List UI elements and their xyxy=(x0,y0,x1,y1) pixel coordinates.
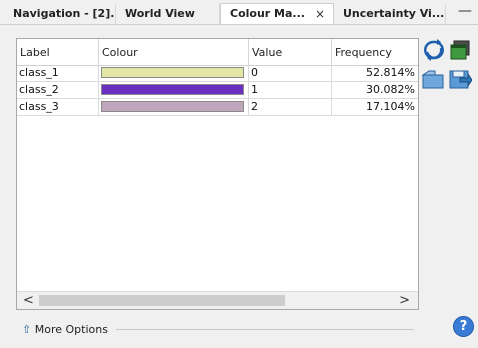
more-options-label: More Options xyxy=(34,323,108,336)
copy-window-icon[interactable] xyxy=(449,39,471,61)
colour-map-table: Label Colour Value Frequency class_1 0 5… xyxy=(16,38,419,310)
tab-world-view-label: World View xyxy=(125,7,195,20)
column-header-colour[interactable]: Colour xyxy=(99,39,249,65)
row-frequency: 17.104% xyxy=(366,100,415,113)
scroll-right-arrow[interactable]: > xyxy=(399,293,410,308)
close-icon[interactable]: × xyxy=(315,7,325,21)
open-folder-icon[interactable] xyxy=(421,68,444,90)
row-value: 2 xyxy=(249,99,332,115)
tab-bar: Navigation - [2]... World View Colour Ma… xyxy=(0,0,478,25)
tab-world-view[interactable]: World View xyxy=(116,4,220,24)
row-frequency: 52.814% xyxy=(366,66,415,79)
divider xyxy=(116,329,414,330)
tab-navigation-label: Navigation - [2]... xyxy=(13,7,116,20)
row-label: class_3 xyxy=(17,99,99,115)
colour-swatch[interactable] xyxy=(101,84,244,95)
column-header-value[interactable]: Value xyxy=(249,39,332,65)
tab-colour-map-label: Colour Ma... xyxy=(230,7,305,20)
help-button[interactable]: ? xyxy=(453,316,474,337)
table-row[interactable]: class_3 2 17.104% xyxy=(17,99,418,116)
column-header-label[interactable]: Label xyxy=(17,39,99,65)
table-row[interactable]: class_1 0 52.814% xyxy=(17,65,418,82)
row-colour-cell[interactable] xyxy=(99,99,249,115)
tab-uncertainty-view[interactable]: Uncertainty Vi... xyxy=(334,4,446,24)
row-value: 0 xyxy=(249,65,332,81)
row-label: class_2 xyxy=(17,82,99,98)
save-icon[interactable] xyxy=(448,68,473,90)
table-row[interactable]: class_2 1 30.082% xyxy=(17,82,418,99)
column-header-frequency[interactable]: Frequency xyxy=(332,39,418,65)
row-frequency: 30.082% xyxy=(366,83,415,96)
row-label: class_1 xyxy=(17,65,99,81)
row-value: 1 xyxy=(249,82,332,98)
colour-swatch[interactable] xyxy=(101,101,244,112)
minimize-button[interactable]: — xyxy=(458,3,472,19)
scrollbar-thumb[interactable] xyxy=(39,295,285,306)
table-header: Label Colour Value Frequency xyxy=(17,39,418,66)
tab-uncertainty-view-label: Uncertainty Vi... xyxy=(343,7,445,20)
row-colour-cell[interactable] xyxy=(99,82,249,98)
more-options-toggle[interactable]: ⇧ More Options xyxy=(22,323,108,336)
refresh-icon[interactable] xyxy=(423,39,445,61)
double-chevron-up-icon: ⇧ xyxy=(22,323,32,336)
horizontal-scrollbar[interactable]: < > xyxy=(17,291,418,309)
colour-swatch[interactable] xyxy=(101,67,244,78)
row-colour-cell[interactable] xyxy=(99,65,249,81)
scroll-left-arrow[interactable]: < xyxy=(23,293,34,308)
tab-colour-map[interactable]: Colour Ma... × xyxy=(220,3,334,25)
tab-navigation[interactable]: Navigation - [2]... xyxy=(4,4,116,24)
